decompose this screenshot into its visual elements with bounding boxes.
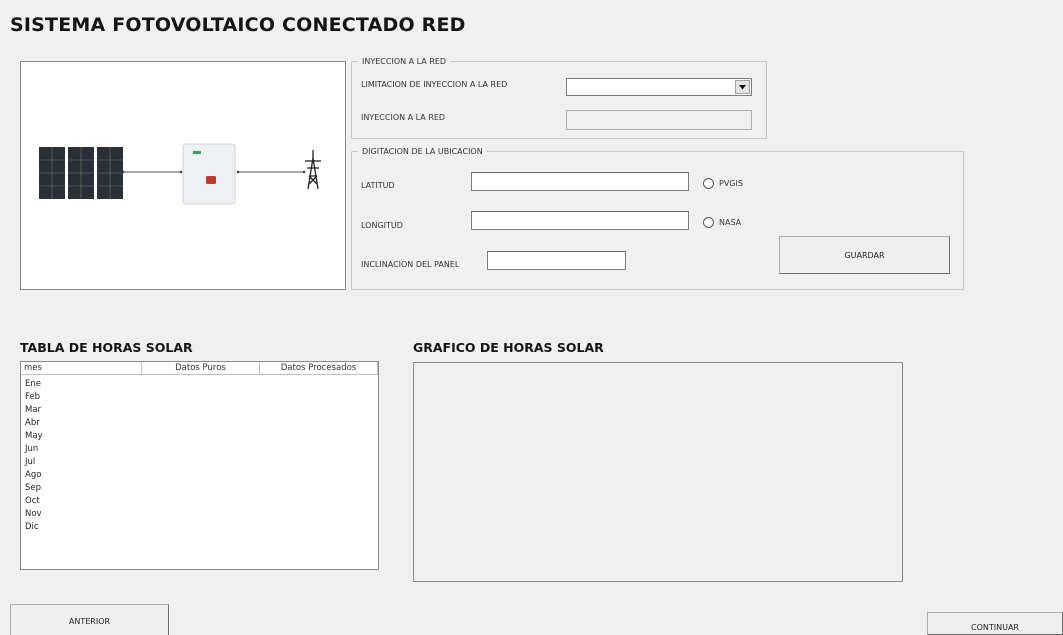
- solar-hours-chart: [413, 362, 903, 582]
- continue-button[interactable]: CONTINUAR: [927, 612, 1063, 635]
- table-header: mes Datos Puros Datos Procesados: [21, 362, 378, 375]
- table-row[interactable]: Nov: [21, 508, 378, 521]
- table-row[interactable]: May: [21, 430, 378, 443]
- save-button[interactable]: GUARDAR: [779, 236, 950, 274]
- table-row[interactable]: Jun: [21, 443, 378, 456]
- dropdown-arrow-icon[interactable]: [735, 80, 750, 94]
- table-row[interactable]: Ago: [21, 469, 378, 482]
- table-row[interactable]: Mar: [21, 404, 378, 417]
- radio-nasa-label: NASA: [719, 217, 742, 227]
- solar-hours-table[interactable]: mes Datos Puros Datos Procesados Ene Feb…: [20, 361, 379, 570]
- radio-nasa[interactable]: NASA: [703, 217, 741, 228]
- col-header-mes[interactable]: mes: [21, 362, 142, 374]
- injection-limit-dropdown[interactable]: [566, 78, 752, 96]
- tilt-input[interactable]: [487, 251, 626, 270]
- radio-pvgis-circle[interactable]: [703, 178, 714, 189]
- col-header-datos-procesados[interactable]: Datos Procesados: [260, 362, 378, 374]
- table-title: TABLA DE HORAS SOLAR: [20, 340, 193, 355]
- table-row[interactable]: Ene: [21, 378, 378, 391]
- page-title: SISTEMA FOTOVOLTAICO CONECTADO RED: [10, 14, 466, 36]
- longitude-input[interactable]: [471, 211, 689, 230]
- solar-panel-icon: [39, 147, 123, 199]
- longitude-label: LONGITUD: [361, 221, 403, 230]
- injection-limit-label: LIMITACION DE INYECCION A LA RED: [361, 80, 508, 89]
- table-body: Ene Feb Mar Abr May Jun Jul Ago Sep Oct …: [21, 378, 378, 534]
- table-row[interactable]: Sep: [21, 482, 378, 495]
- injection-label: INYECCION A LA RED: [361, 113, 446, 122]
- radio-pvgis[interactable]: PVGIS: [703, 178, 743, 189]
- injection-field: [566, 110, 752, 130]
- system-diagram-svg: [39, 143, 321, 205]
- latitude-label: LATITUD: [361, 181, 395, 190]
- col-header-datos-puros[interactable]: Datos Puros: [142, 362, 260, 374]
- table-row[interactable]: Oct: [21, 495, 378, 508]
- table-row[interactable]: Jul: [21, 456, 378, 469]
- latitude-input[interactable]: [471, 172, 689, 191]
- tilt-label: INCLINACION DEL PANEL: [361, 260, 460, 269]
- back-button[interactable]: ANTERIOR: [10, 604, 169, 635]
- inverter-icon: [182, 143, 236, 205]
- transmission-tower-icon: [305, 150, 321, 190]
- table-row[interactable]: Feb: [21, 391, 378, 404]
- injection-group-legend: INYECCION A LA RED: [362, 57, 447, 66]
- location-group-legend: DIGITACION DE LA UBICACION: [362, 147, 483, 156]
- chart-title: GRAFICO DE HORAS SOLAR: [413, 340, 604, 355]
- radio-nasa-circle[interactable]: [703, 217, 714, 228]
- radio-pvgis-label: PVGIS: [719, 178, 743, 188]
- system-diagram: [20, 61, 346, 290]
- table-row[interactable]: Abr: [21, 417, 378, 430]
- table-row[interactable]: Dic: [21, 521, 378, 534]
